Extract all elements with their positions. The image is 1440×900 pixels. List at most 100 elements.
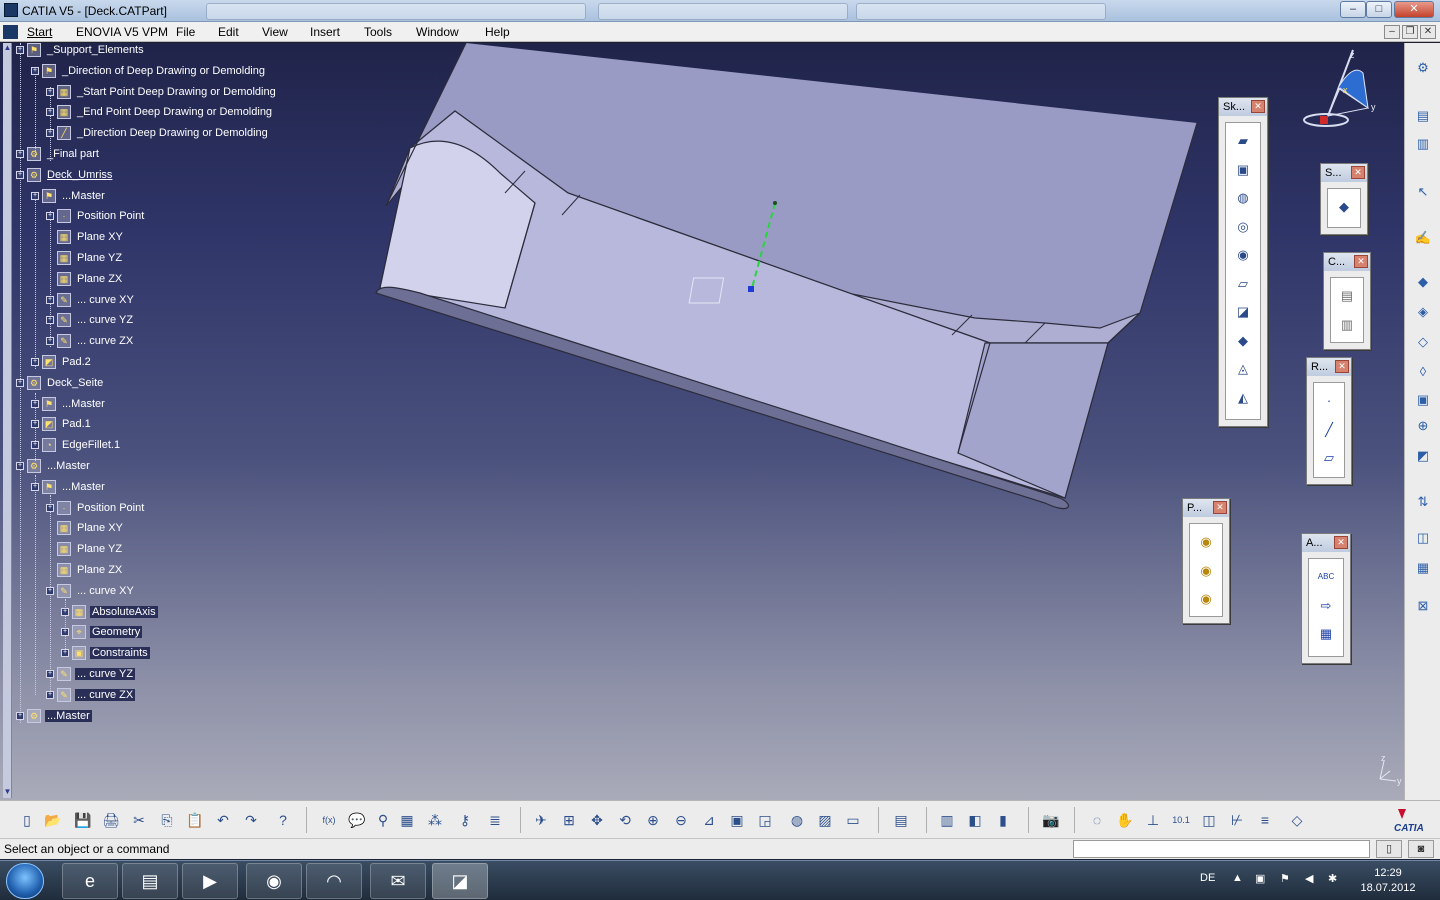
expand-toggle-icon[interactable]: + (46, 337, 54, 346)
background-window-tab[interactable] (598, 3, 848, 20)
toolbar-tool-button[interactable]: ▰ (1233, 131, 1253, 151)
bottom-toolbar-button[interactable]: ⎘ (156, 809, 178, 831)
close-icon[interactable]: ✕ (1334, 536, 1348, 549)
toolbar-tool-button[interactable]: ◉ (1196, 561, 1216, 581)
tree-node[interactable]: + ◩ Pad.2 (31, 353, 93, 371)
menu-insert[interactable]: Insert (310, 25, 340, 39)
right-toolbar-button[interactable]: ⚙ (1412, 57, 1434, 79)
mail-icon[interactable]: ✉ (370, 863, 426, 899)
expand-toggle-icon[interactable]: + (31, 441, 39, 450)
tree-node[interactable]: + ▦ _End Point Deep Drawing or Demolding (46, 103, 274, 121)
expand-toggle-icon[interactable]: + (16, 462, 24, 470)
bottom-toolbar-button[interactable]: ⊬ (1226, 809, 1248, 831)
bottom-toolbar-button[interactable]: ✥ (586, 809, 608, 831)
volume-icon[interactable]: ◀ (1305, 872, 1313, 885)
close-icon[interactable]: ✕ (1351, 166, 1365, 179)
toolbar-tool-button[interactable]: ╱ (1319, 420, 1339, 440)
bottom-toolbar-button[interactable]: ◫ (1198, 809, 1220, 831)
mdi-restore-button[interactable]: ❐ (1402, 25, 1418, 39)
product-toolbar[interactable]: P... ✕ ◉ ◉ ◉ (1182, 498, 1230, 624)
toolbar-tool-button[interactable]: ▱ (1233, 274, 1253, 294)
tree-node[interactable]: + ⚑ ...Master (31, 187, 107, 205)
bottom-toolbar-button[interactable]: ⊞ (558, 809, 580, 831)
bottom-toolbar-button[interactable]: ≡ (1254, 809, 1276, 831)
tree-node[interactable]: ▦ Plane ZX (46, 270, 124, 288)
right-toolbar-button[interactable]: ◈ (1412, 301, 1434, 323)
explorer-icon[interactable]: ▤ (122, 863, 178, 899)
sketcher-toolbar[interactable]: Sk... ✕ ▰ ▣ ◍ ◎ ◉ ▱ ◪ ◆ ◬ ◭ (1218, 97, 1268, 427)
toolbar-tool-button[interactable]: ◬ (1233, 359, 1253, 379)
catia-menu-icon[interactable] (3, 25, 18, 39)
tree-node[interactable]: + ▣ Constraints (61, 644, 150, 662)
expand-toggle-icon[interactable]: + (16, 170, 24, 179)
tree-node[interactable]: + ✎ ... curve YZ (46, 311, 135, 329)
expand-toggle-icon[interactable]: + (31, 66, 39, 75)
tree-node[interactable]: + ◔ EdgeFillet.1 (31, 436, 122, 454)
bottom-toolbar-button[interactable]: ↶ (212, 809, 234, 831)
tree-node[interactable]: + ▦ AbsoluteAxis (61, 603, 158, 621)
right-toolbar-button[interactable]: ▥ (1412, 133, 1434, 155)
background-window-tab[interactable] (206, 3, 586, 20)
tree-node[interactable]: + ◩ Pad.1 (31, 415, 93, 433)
expand-toggle-icon[interactable]: + (16, 46, 24, 54)
right-toolbar-button[interactable]: ⊠ (1412, 595, 1434, 617)
right-toolbar-button[interactable]: ◩ (1412, 445, 1434, 467)
maximize-button[interactable]: □ (1366, 1, 1392, 18)
command-input[interactable] (1073, 840, 1370, 858)
tree-node[interactable]: + ✎ ... curve ZX (46, 332, 135, 350)
toolbar-tool-button[interactable]: ◭ (1233, 388, 1253, 408)
tree-node[interactable]: + ✎ ... curve XY (46, 582, 136, 600)
close-icon[interactable]: ✕ (1251, 100, 1265, 113)
tree-node[interactable]: + ⚑ ...Master (31, 395, 107, 413)
expand-toggle-icon[interactable]: + (46, 212, 54, 221)
toolbar-tool-button[interactable]: ▥ (1337, 315, 1357, 335)
bottom-toolbar-button[interactable]: ◧ (964, 809, 986, 831)
tree-node[interactable]: ▦ Plane YZ (46, 540, 124, 558)
expand-toggle-icon[interactable]: + (61, 628, 69, 637)
toolbar-tool-button[interactable]: ◎ (1233, 217, 1253, 237)
toolbar-tool-button[interactable]: ◉ (1233, 245, 1253, 265)
bottom-toolbar-button[interactable]: ◇ (1286, 809, 1308, 831)
mdi-minimize-button[interactable]: – (1384, 25, 1400, 39)
annotation-toolbar[interactable]: A... ✕ ABC ⇨ ▦ (1301, 533, 1351, 664)
tree-node[interactable]: + ⚑ ...Master (31, 478, 107, 496)
bottom-toolbar-button[interactable]: 📂 (42, 809, 64, 831)
minimize-button[interactable]: – (1340, 1, 1366, 18)
scroll-down-arrow[interactable]: ▼ (3, 787, 12, 797)
expand-toggle-icon[interactable]: + (16, 150, 24, 158)
firefox-icon[interactable]: ◉ (246, 863, 302, 899)
expand-toggle-icon[interactable]: + (46, 503, 54, 512)
ie-icon[interactable]: e (62, 863, 118, 899)
tree-node[interactable]: + ⌖ Geometry (61, 623, 143, 641)
bottom-toolbar-button[interactable]: ✂ (128, 809, 150, 831)
menu-window[interactable]: Window (416, 25, 459, 39)
bottom-toolbar-button[interactable]: ✈ (530, 809, 552, 831)
toolbar-tool-button[interactable]: ⇨ (1316, 596, 1336, 616)
toolbar-tool-button[interactable]: ▣ (1233, 160, 1253, 180)
bottom-toolbar-button[interactable]: ≣ (484, 809, 506, 831)
expand-toggle-icon[interactable]: + (61, 649, 69, 658)
toolbar-tool-button[interactable]: ◉ (1196, 532, 1216, 552)
tree-node[interactable]: + ╱ _Direction Deep Drawing or Demolding (46, 124, 270, 142)
expand-toggle-icon[interactable]: + (46, 87, 54, 96)
bottom-toolbar-button[interactable]: ▭ (842, 809, 864, 831)
expand-toggle-icon[interactable]: + (16, 711, 24, 720)
bottom-toolbar-button[interactable]: ⊕ (642, 809, 664, 831)
background-window-tab[interactable] (856, 3, 1106, 20)
tree-node[interactable]: + ⚙ ...Master (16, 457, 92, 475)
tree-node[interactable]: + ⚙ _Final part (16, 145, 101, 163)
bottom-toolbar-button[interactable]: 🖨 (100, 809, 122, 831)
bottom-toolbar-button[interactable]: ▣ (726, 809, 748, 831)
tree-node[interactable]: + ✎ ... curve YZ (46, 665, 136, 683)
bottom-toolbar-button[interactable]: ▮ (992, 809, 1014, 831)
bottom-toolbar-button[interactable]: ◌ (1086, 809, 1108, 831)
toolbar-tool-button[interactable]: ◪ (1233, 302, 1253, 322)
tree-node[interactable]: + ▦ _Start Point Deep Drawing or Demolding (46, 83, 278, 101)
mdi-close-button[interactable]: ✕ (1420, 25, 1436, 39)
tree-node[interactable]: + ⚙ ...Master (16, 707, 92, 725)
expand-toggle-icon[interactable]: + (46, 586, 54, 595)
expand-toggle-icon[interactable]: + (31, 358, 39, 366)
right-toolbar-button[interactable]: ▤ (1412, 105, 1434, 127)
3d-viewport[interactable]: · ▲ ▼ + ⚑ _Support_Elements + ⚑ _Direction of… (0, 43, 1404, 800)
tree-node[interactable]: + · Position Point (46, 499, 146, 517)
